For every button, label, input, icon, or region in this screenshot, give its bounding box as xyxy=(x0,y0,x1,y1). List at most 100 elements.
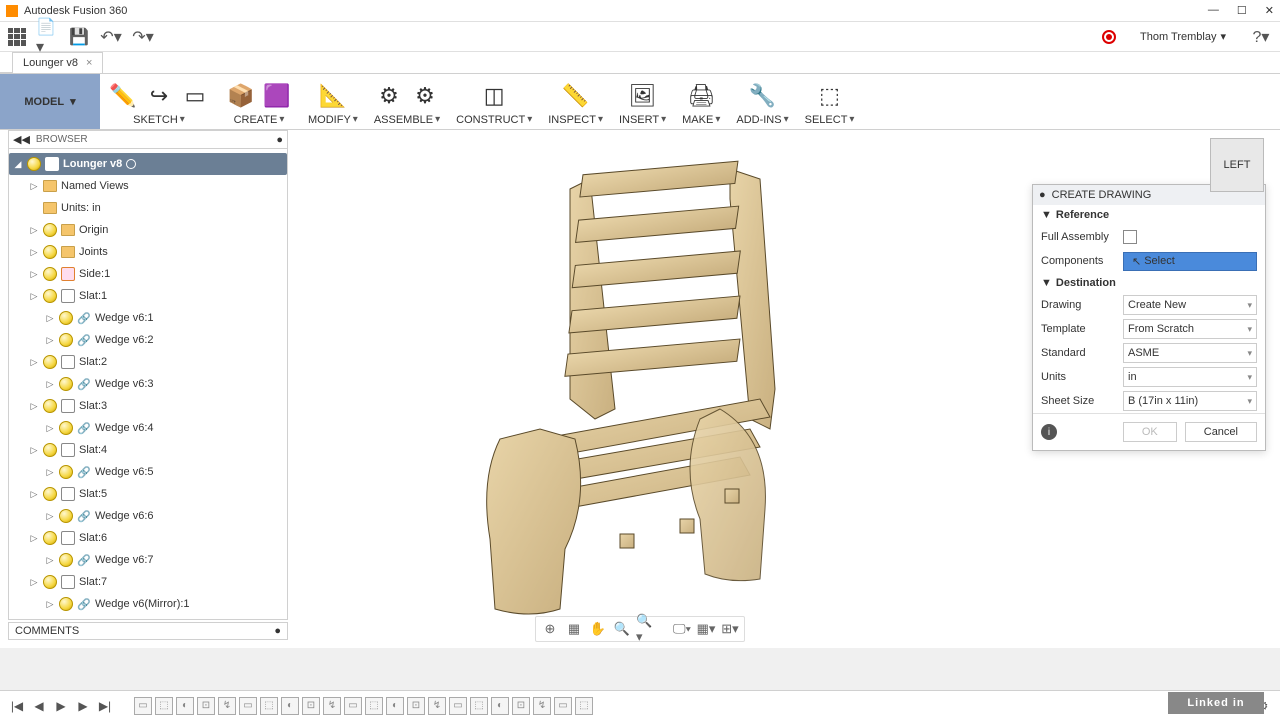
comments-options-icon[interactable]: ● xyxy=(274,625,281,637)
tree-item[interactable]: ▷Slat:2 xyxy=(9,351,287,373)
select-components-button[interactable]: ↖Select xyxy=(1123,252,1257,271)
timeline-fwd-icon[interactable]: ▶ xyxy=(74,697,92,715)
timeline-feature[interactable]: ◐ xyxy=(176,697,194,715)
workspace-switcher[interactable]: MODEL▾ xyxy=(0,74,100,129)
tree-item[interactable]: ▷Joints xyxy=(9,241,287,263)
timeline-feature[interactable]: ◐ xyxy=(281,697,299,715)
timeline-feature[interactable]: ▭ xyxy=(239,697,257,715)
timeline-feature[interactable]: ⊡ xyxy=(512,697,530,715)
ribbon-label-construct[interactable]: CONSTRUCT▾ xyxy=(456,114,532,126)
grid-icon[interactable]: ▦▾ xyxy=(696,619,716,639)
tree-item[interactable]: ▷Side:1 xyxy=(9,263,287,285)
view-cube[interactable]: LEFT xyxy=(1210,138,1264,192)
data-panel-icon[interactable] xyxy=(8,28,26,46)
user-menu[interactable]: Thom Tremblay▾ xyxy=(1140,30,1226,43)
timeline-feature[interactable]: ▭ xyxy=(134,697,152,715)
extrude-icon[interactable]: 📦 xyxy=(226,81,256,111)
timeline-end-icon[interactable]: ▶| xyxy=(96,697,114,715)
tree-item[interactable]: ▷🔗Wedge v6:6 xyxy=(9,505,287,527)
timeline-feature[interactable]: ⬚ xyxy=(470,697,488,715)
ribbon-label-select[interactable]: SELECT▾ xyxy=(805,114,855,126)
collapse-dialog-icon[interactable]: ● xyxy=(1039,189,1046,201)
tree-item[interactable]: ▷🔗Wedge v6:3 xyxy=(9,373,287,395)
viewport[interactable]: ◀◀ BROWSER ● ◢ Lounger v8 ▷Named ViewsUn… xyxy=(0,130,1280,648)
tree-root[interactable]: ◢ Lounger v8 xyxy=(9,153,287,175)
file-menu-icon[interactable]: 📄▾ xyxy=(36,26,58,48)
timeline-feature[interactable]: ⬚ xyxy=(155,697,173,715)
close-button[interactable]: ✕ xyxy=(1265,4,1274,17)
timeline-feature[interactable]: ↯ xyxy=(323,697,341,715)
ribbon-label-sketch[interactable]: SKETCH▾ xyxy=(133,114,185,126)
cancel-button[interactable]: Cancel xyxy=(1185,422,1257,442)
timeline-feature[interactable]: ⬚ xyxy=(260,697,278,715)
timeline-feature[interactable]: ◐ xyxy=(386,697,404,715)
plane-icon[interactable]: ◫ xyxy=(479,81,509,111)
ribbon-label-modify[interactable]: MODIFY▾ xyxy=(308,114,358,126)
timeline-feature[interactable]: ⊡ xyxy=(302,697,320,715)
look-icon[interactable]: ▦ xyxy=(564,619,584,639)
tree-item[interactable]: ▷Named Views xyxy=(9,175,287,197)
tree-item[interactable]: ▷Slat:1 xyxy=(9,285,287,307)
ribbon-label-make[interactable]: MAKE▾ xyxy=(682,114,720,126)
zoom-window-icon[interactable]: 🔍▾ xyxy=(636,619,656,639)
timeline-feature[interactable]: ⬚ xyxy=(365,697,383,715)
tree-item[interactable]: ▷🔗Wedge v6:1 xyxy=(9,307,287,329)
document-tab[interactable]: Lounger v8 × xyxy=(12,52,103,73)
timeline-feature[interactable]: ▭ xyxy=(449,697,467,715)
dropdown-standard[interactable]: ASME xyxy=(1123,343,1257,363)
collapse-icon[interactable]: ◀◀ xyxy=(13,133,30,146)
tree-item[interactable]: ▷Slat:7 xyxy=(9,571,287,593)
undo-icon[interactable]: ↶▾ xyxy=(100,26,122,48)
tree-item[interactable]: ▷🔗Wedge v6:5 xyxy=(9,461,287,483)
dropdown-drawing[interactable]: Create New xyxy=(1123,295,1257,315)
addins-icon[interactable]: 🔧 xyxy=(747,81,777,111)
section-reference[interactable]: ▼Reference xyxy=(1033,205,1265,225)
timeline-feature[interactable]: ↯ xyxy=(533,697,551,715)
pan-icon[interactable]: ✋ xyxy=(588,619,608,639)
save-icon[interactable]: 💾 xyxy=(68,26,90,48)
ok-button[interactable]: OK xyxy=(1123,422,1177,442)
tree-item[interactable]: ▷Slat:4 xyxy=(9,439,287,461)
maximize-button[interactable]: ☐ xyxy=(1237,4,1247,17)
timeline-feature[interactable]: ◐ xyxy=(491,697,509,715)
section-destination[interactable]: ▼Destination xyxy=(1033,273,1265,293)
joint2-icon[interactable]: ⚙ xyxy=(410,81,440,111)
sketch-create-icon[interactable]: ✏️ xyxy=(108,81,138,111)
dropdown-units[interactable]: in xyxy=(1123,367,1257,387)
comments-panel[interactable]: COMMENTS ● xyxy=(8,622,288,640)
tree-item[interactable]: ▷Slat:6 xyxy=(9,527,287,549)
ribbon-label-assemble[interactable]: ASSEMBLE▾ xyxy=(374,114,440,126)
box-icon[interactable]: 🟪 xyxy=(262,81,292,111)
tree-item[interactable]: ▷Origin xyxy=(9,219,287,241)
ribbon-label-insert[interactable]: INSERT▾ xyxy=(619,114,666,126)
timeline-feature[interactable]: ▭ xyxy=(344,697,362,715)
tree-item[interactable]: ▷🔗Wedge v6:2 xyxy=(9,329,287,351)
ribbon-label-create[interactable]: CREATE▾ xyxy=(234,114,285,126)
timeline-back-icon[interactable]: ◀ xyxy=(30,697,48,715)
joint-icon[interactable]: ⚙ xyxy=(374,81,404,111)
dropdown-template[interactable]: From Scratch xyxy=(1123,319,1257,339)
display-icon[interactable]: 🖵▾ xyxy=(672,619,692,639)
browser-options-icon[interactable]: ● xyxy=(276,134,283,146)
ribbon-label-addins[interactable]: ADD-INS▾ xyxy=(736,114,788,126)
zoom-icon[interactable]: 🔍 xyxy=(612,619,632,639)
tree-item[interactable]: ▷🔗Wedge v6:4 xyxy=(9,417,287,439)
timeline-play-icon[interactable]: ▶ xyxy=(52,697,70,715)
timeline-feature[interactable]: ⊡ xyxy=(407,697,425,715)
timeline-feature[interactable]: ↯ xyxy=(428,697,446,715)
close-tab-icon[interactable]: × xyxy=(86,57,92,69)
minimize-button[interactable]: — xyxy=(1208,4,1219,17)
make-icon[interactable]: 🖨 xyxy=(686,81,716,111)
ribbon-label-inspect[interactable]: INSPECT▾ xyxy=(548,114,603,126)
help-icon[interactable]: ?▾ xyxy=(1250,26,1272,48)
insert-icon[interactable]: 🖼 xyxy=(628,81,658,111)
viewport-icon[interactable]: ⊞▾ xyxy=(720,619,740,639)
tree-item[interactable]: Units: in xyxy=(9,197,287,219)
browser-header[interactable]: ◀◀ BROWSER ● xyxy=(9,131,287,149)
pressfull-icon[interactable]: 📐 xyxy=(318,81,348,111)
timeline-feature[interactable]: ⊡ xyxy=(197,697,215,715)
timeline-feature[interactable]: ↯ xyxy=(218,697,236,715)
tree-item[interactable]: ▷🔗Wedge v6(Mirror):1 xyxy=(9,593,287,615)
tree-item[interactable]: ▷Slat:3 xyxy=(9,395,287,417)
info-icon[interactable]: i xyxy=(1041,424,1057,440)
